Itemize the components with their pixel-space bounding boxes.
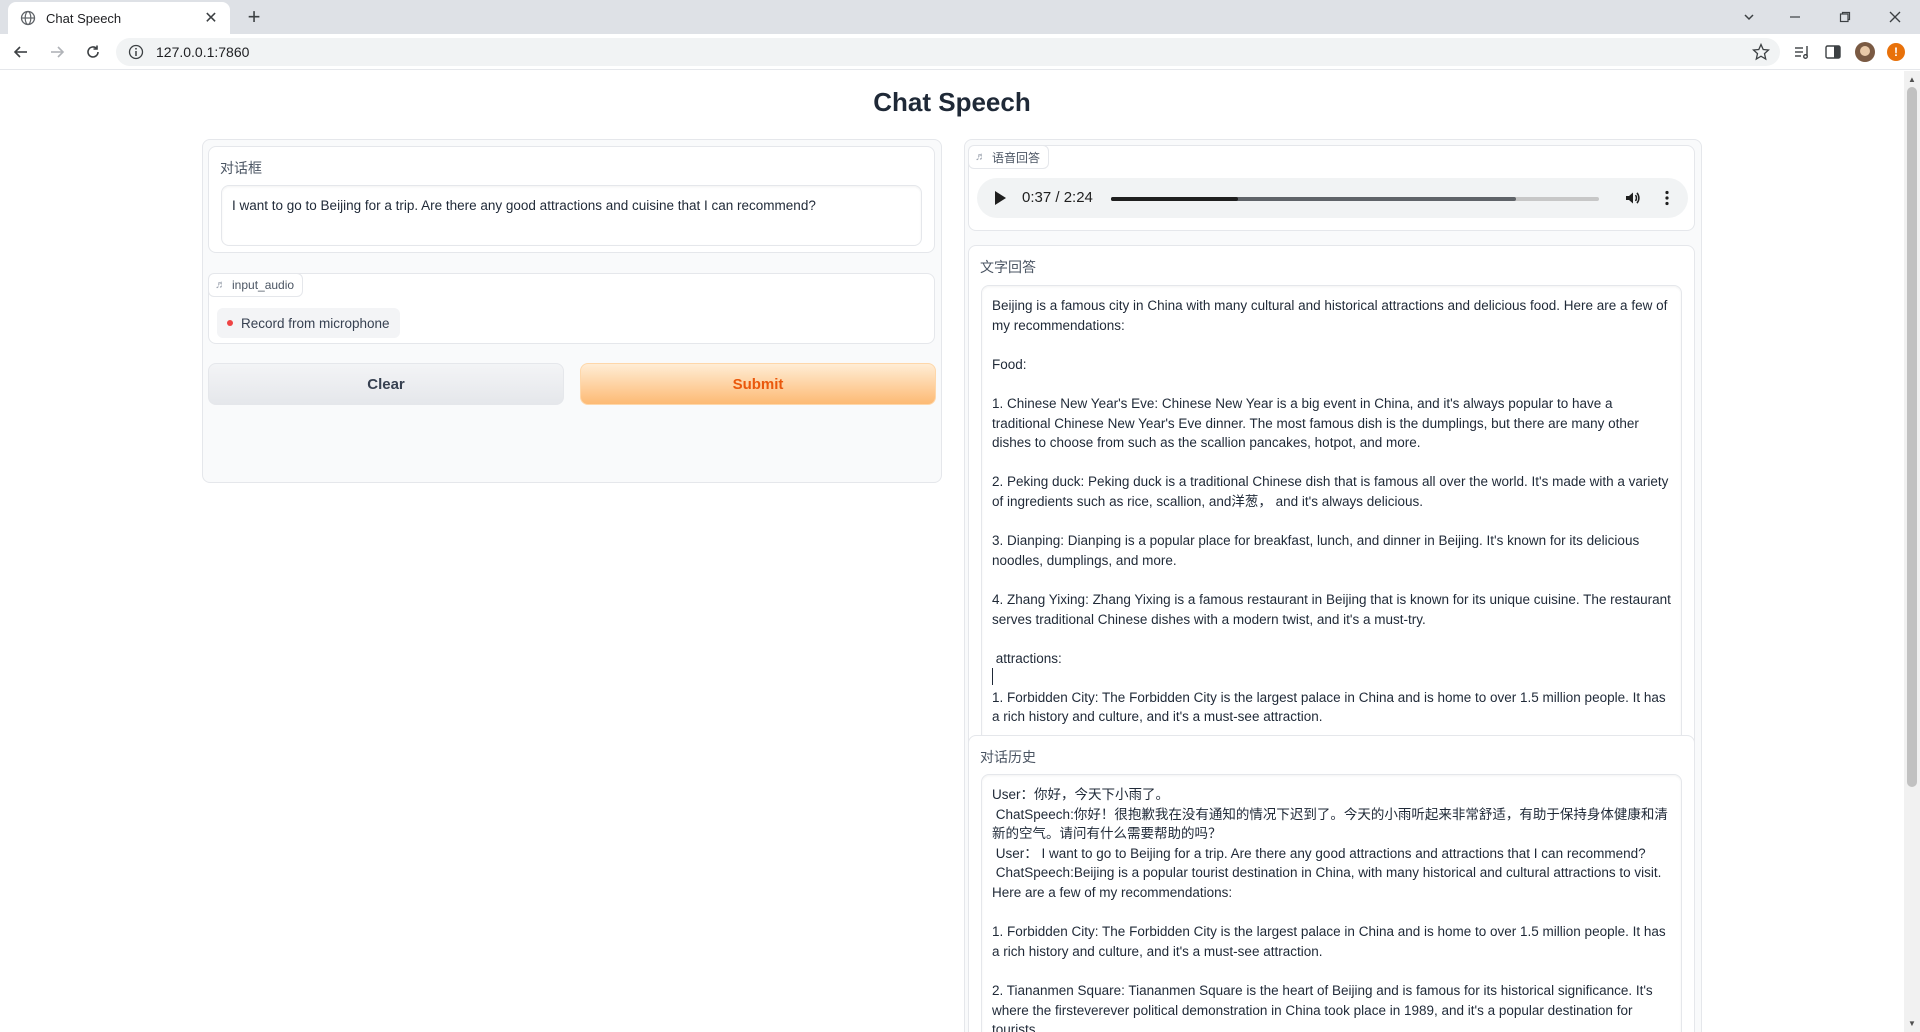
text-answer-line <box>992 512 1671 532</box>
reload-icon[interactable] <box>79 38 107 66</box>
text-answer-line: Beijing is a famous city in China with m… <box>992 298 1672 333</box>
history-line: User： I want to go to Beijing for a trip… <box>992 845 1646 861</box>
side-panel-icon[interactable] <box>1824 43 1842 61</box>
audio-answer-label: ♬ 语音回答 <box>968 145 1050 169</box>
history-textbox[interactable]: User：你好，今天下小雨了。 ChatSpeech:你好！很抱歉我在没有通知的… <box>981 774 1682 1032</box>
text-answer-line <box>992 668 1671 688</box>
text-answer-line <box>992 335 1671 355</box>
history-block: 对话历史 User：你好，今天下小雨了。 ChatSpeech:你好！很抱歉我在… <box>968 735 1695 1032</box>
text-answer-line: 2. Peking duck: Peking duck is a traditi… <box>992 474 1673 509</box>
volume-icon[interactable] <box>1624 189 1642 207</box>
played-progress <box>1111 197 1238 201</box>
text-answer-line: 3. Dianping: Dianping is a popular place… <box>992 533 1643 568</box>
clear-button[interactable]: Clear <box>208 363 564 405</box>
seek-bar[interactable] <box>1111 197 1599 201</box>
new-tab-icon[interactable]: + <box>242 4 266 29</box>
close-window-icon[interactable] <box>1872 0 1918 34</box>
text-answer-line: 1. Forbidden City: The Forbidden City is… <box>992 689 1670 725</box>
text-answer-line <box>992 570 1671 590</box>
text-answer-line: 1. Chinese New Year's Eve: Chinese New Y… <box>992 395 1643 451</box>
bookmark-star-icon[interactable] <box>1752 43 1770 61</box>
text-answer-line <box>992 629 1671 649</box>
record-dot-icon <box>227 320 233 326</box>
update-alert-icon[interactable]: ! <box>1887 43 1905 61</box>
tab-search-icon[interactable] <box>1726 0 1772 34</box>
input-audio-label: ♬ input_audio <box>208 273 304 297</box>
browser-tab-title: Chat Speech <box>46 10 122 26</box>
audio-player[interactable]: 0:37 / 2:24 <box>977 178 1688 218</box>
globe-icon <box>20 10 36 26</box>
input-label: 对话框 <box>220 160 262 176</box>
history-line: User：你好，今天下小雨了。 <box>992 787 1170 802</box>
scrollbar-thumb[interactable] <box>1907 87 1917 787</box>
history-line: 2. Tiananmen Square: Tiananmen Square is… <box>992 982 1657 1032</box>
text-answer-line: attractions: <box>992 650 1062 666</box>
url-text: 127.0.0.1:7860 <box>156 44 250 60</box>
input-audio-block: ♬ input_audio Record from microphone <box>208 273 935 344</box>
page-scrollbar[interactable]: ▲ ▼ <box>1904 71 1920 1032</box>
forward-icon[interactable] <box>43 38 71 66</box>
app-title: Chat Speech <box>873 87 1031 117</box>
back-icon[interactable] <box>7 38 35 66</box>
scroll-down-icon[interactable]: ▼ <box>1908 1019 1916 1028</box>
scroll-up-icon[interactable]: ▲ <box>1908 75 1916 84</box>
browser-tab-strip: Chat Speech ✕ + <box>0 0 1920 34</box>
page-content: Chat Speech 对话框 I want to go to Beijing … <box>0 71 1904 1032</box>
history-label: 对话历史 <box>980 749 1036 765</box>
minimize-icon[interactable] <box>1772 0 1818 34</box>
audio-answer-label-text: 语音回答 <box>992 150 1041 165</box>
reading-list-icon[interactable] <box>1793 43 1811 61</box>
play-icon[interactable] <box>995 191 1006 205</box>
history-line <box>992 961 1671 981</box>
text-answer-block: 文字回答 Beijing is a famous city in China w… <box>968 245 1695 805</box>
site-info-icon[interactable] <box>128 44 144 60</box>
input-audio-label-text: input_audio <box>232 278 295 292</box>
input-textbox[interactable]: I want to go to Beijing for a trip. Are … <box>221 185 922 246</box>
history-line: 1. Forbidden City: The Forbidden City is… <box>992 924 1670 959</box>
close-tab-icon[interactable]: ✕ <box>202 9 220 27</box>
text-answer-textbox[interactable]: Beijing is a famous city in China with m… <box>981 285 1682 790</box>
input-block: 对话框 I want to go to Beijing for a trip. … <box>208 146 935 253</box>
browser-tab[interactable]: Chat Speech ✕ <box>8 2 230 34</box>
record-microphone-button[interactable]: Record from microphone <box>217 308 400 338</box>
music-note-icon: ♬ <box>215 279 226 291</box>
restore-icon[interactable] <box>1822 0 1868 34</box>
history-line: ChatSpeech:Beijing is a popular tourist … <box>992 865 1666 900</box>
playback-time: 0:37 / 2:24 <box>1022 189 1093 206</box>
text-answer-line <box>992 374 1671 394</box>
audio-answer-block: ♬ 语音回答 0:37 / 2:24 <box>968 145 1695 231</box>
history-line <box>992 903 1671 923</box>
profile-avatar[interactable] <box>1855 42 1875 62</box>
address-bar[interactable]: 127.0.0.1:7860 <box>116 38 1780 66</box>
text-answer-line: 4. Zhang Yixing: Zhang Yixing is a famou… <box>992 591 1675 627</box>
text-answer-label: 文字回答 <box>980 259 1036 275</box>
text-cursor <box>992 668 993 686</box>
music-note-icon: ♬ <box>975 151 986 163</box>
text-answer-line: Food: <box>992 356 1027 372</box>
more-options-icon[interactable] <box>1658 189 1676 207</box>
text-answer-line <box>992 453 1671 473</box>
record-label: Record from microphone <box>241 315 390 331</box>
history-line: ChatSpeech:你好！很抱歉我在没有通知的情况下迟到了。今天的小雨听起来非… <box>992 806 1668 842</box>
submit-button[interactable]: Submit <box>580 363 936 405</box>
browser-toolbar: 127.0.0.1:7860 ! <box>0 34 1920 70</box>
